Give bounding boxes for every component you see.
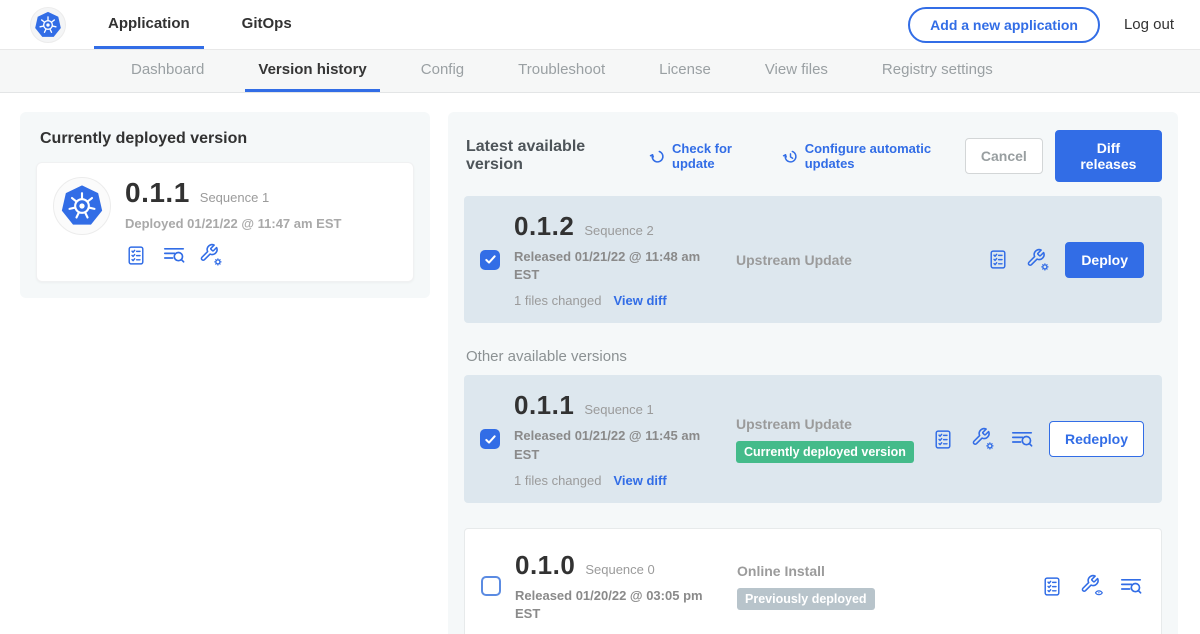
- subnav-item-dashboard[interactable]: Dashboard: [118, 50, 217, 92]
- current-version-title: Currently deployed version: [40, 130, 410, 148]
- preflight-checklist-icon[interactable]: [987, 248, 1011, 272]
- version-number: 0.1.1: [514, 390, 574, 421]
- released-timestamp: Released 01/20/22 @ 03:05 pm EST: [515, 587, 710, 623]
- version-checkbox-0-1-2[interactable]: [480, 250, 500, 270]
- refresh-icon: [649, 148, 666, 165]
- release-notes-search-icon[interactable]: [162, 243, 186, 267]
- logout-link[interactable]: Log out: [1124, 16, 1174, 33]
- cancel-button[interactable]: Cancel: [965, 138, 1043, 174]
- preflight-checklist-icon[interactable]: [1041, 574, 1065, 598]
- current-version-panel: Currently deployed version 0: [20, 112, 430, 298]
- edit-config-wrench-gear-icon[interactable]: [971, 427, 995, 451]
- files-changed-label: 1 files changed: [514, 293, 601, 308]
- version-source: Upstream Update: [736, 252, 973, 268]
- configure-automatic-updates-link[interactable]: Configure automatic updates: [782, 141, 965, 171]
- app-sub-nav: Dashboard Version history Config Trouble…: [0, 50, 1200, 93]
- version-checkbox-0-1-0[interactable]: [481, 576, 501, 596]
- add-application-button[interactable]: Add a new application: [908, 7, 1100, 43]
- release-notes-search-icon[interactable]: [1119, 574, 1143, 598]
- other-versions-label: Other available versions: [466, 348, 1160, 365]
- released-timestamp: Released 01/21/22 @ 11:45 am EST: [514, 427, 709, 463]
- current-version-card: 0.1.1 Sequence 1 Deployed 01/21/22 @ 11:…: [36, 162, 414, 282]
- currently-deployed-badge: Currently deployed version: [736, 441, 914, 463]
- subnav-item-config[interactable]: Config: [408, 50, 477, 92]
- edit-config-wrench-gear-icon[interactable]: [1026, 248, 1050, 272]
- deployed-timestamp: Deployed 01/21/22 @ 11:47 am EST: [125, 216, 341, 231]
- version-number: 0.1.0: [515, 550, 575, 581]
- app-kubernetes-icon: [53, 177, 111, 235]
- files-changed-label: 1 files changed: [514, 473, 601, 488]
- version-sequence: Sequence 1: [584, 402, 653, 417]
- version-row-0-1-1: 0.1.1 Sequence 1 Released 01/21/22 @ 11:…: [464, 375, 1162, 502]
- released-timestamp: Released 01/21/22 @ 11:48 am EST: [514, 248, 709, 284]
- preflight-checklist-icon[interactable]: [125, 243, 149, 267]
- latest-version-title: Latest available version: [466, 138, 629, 174]
- view-diff-link[interactable]: View diff: [613, 293, 666, 308]
- version-source: Upstream Update: [736, 416, 918, 432]
- version-sequence: Sequence 0: [585, 562, 654, 577]
- diff-releases-button[interactable]: Diff releases: [1055, 130, 1162, 182]
- redeploy-button[interactable]: Redeploy: [1049, 421, 1144, 457]
- kubernetes-logo: [30, 7, 66, 43]
- clock-refresh-icon: [782, 148, 799, 165]
- subnav-item-registry-settings[interactable]: Registry settings: [869, 50, 1006, 92]
- subnav-item-troubleshoot[interactable]: Troubleshoot: [505, 50, 618, 92]
- previously-deployed-badge: Previously deployed: [737, 588, 875, 610]
- version-checkbox-0-1-1[interactable]: [480, 429, 500, 449]
- tab-gitops[interactable]: GitOps: [228, 0, 306, 49]
- subnav-item-version-history[interactable]: Version history: [245, 50, 379, 92]
- version-source: Online Install: [737, 563, 1027, 579]
- top-nav-tabs: Application GitOps: [94, 0, 306, 49]
- release-notes-search-icon[interactable]: [1010, 427, 1034, 451]
- version-history-panel: Latest available version Check for updat…: [448, 112, 1178, 634]
- version-row-0-1-2: 0.1.2 Sequence 2 Released 01/21/22 @ 11:…: [464, 196, 1162, 323]
- tab-application[interactable]: Application: [94, 0, 204, 49]
- deploy-button[interactable]: Deploy: [1065, 242, 1144, 278]
- version-number: 0.1.2: [514, 211, 574, 242]
- version-sequence: Sequence 2: [584, 223, 653, 238]
- version-row-0-1-0: 0.1.0 Sequence 0 Released 01/20/22 @ 03:…: [464, 528, 1162, 634]
- view-diff-link[interactable]: View diff: [613, 473, 666, 488]
- edit-config-wrench-gear-icon[interactable]: [199, 243, 223, 267]
- subnav-item-license[interactable]: License: [646, 50, 724, 92]
- check-for-update-link[interactable]: Check for update: [649, 141, 766, 171]
- current-version-sequence: Sequence 1: [200, 190, 269, 205]
- current-version-number: 0.1.1: [125, 177, 190, 209]
- top-nav: Application GitOps Add a new application…: [0, 0, 1200, 50]
- preflight-checklist-icon[interactable]: [932, 427, 956, 451]
- main-content: Currently deployed version 0: [0, 93, 1200, 634]
- subnav-item-view-files[interactable]: View files: [752, 50, 841, 92]
- view-config-wrench-eye-icon[interactable]: [1080, 574, 1104, 598]
